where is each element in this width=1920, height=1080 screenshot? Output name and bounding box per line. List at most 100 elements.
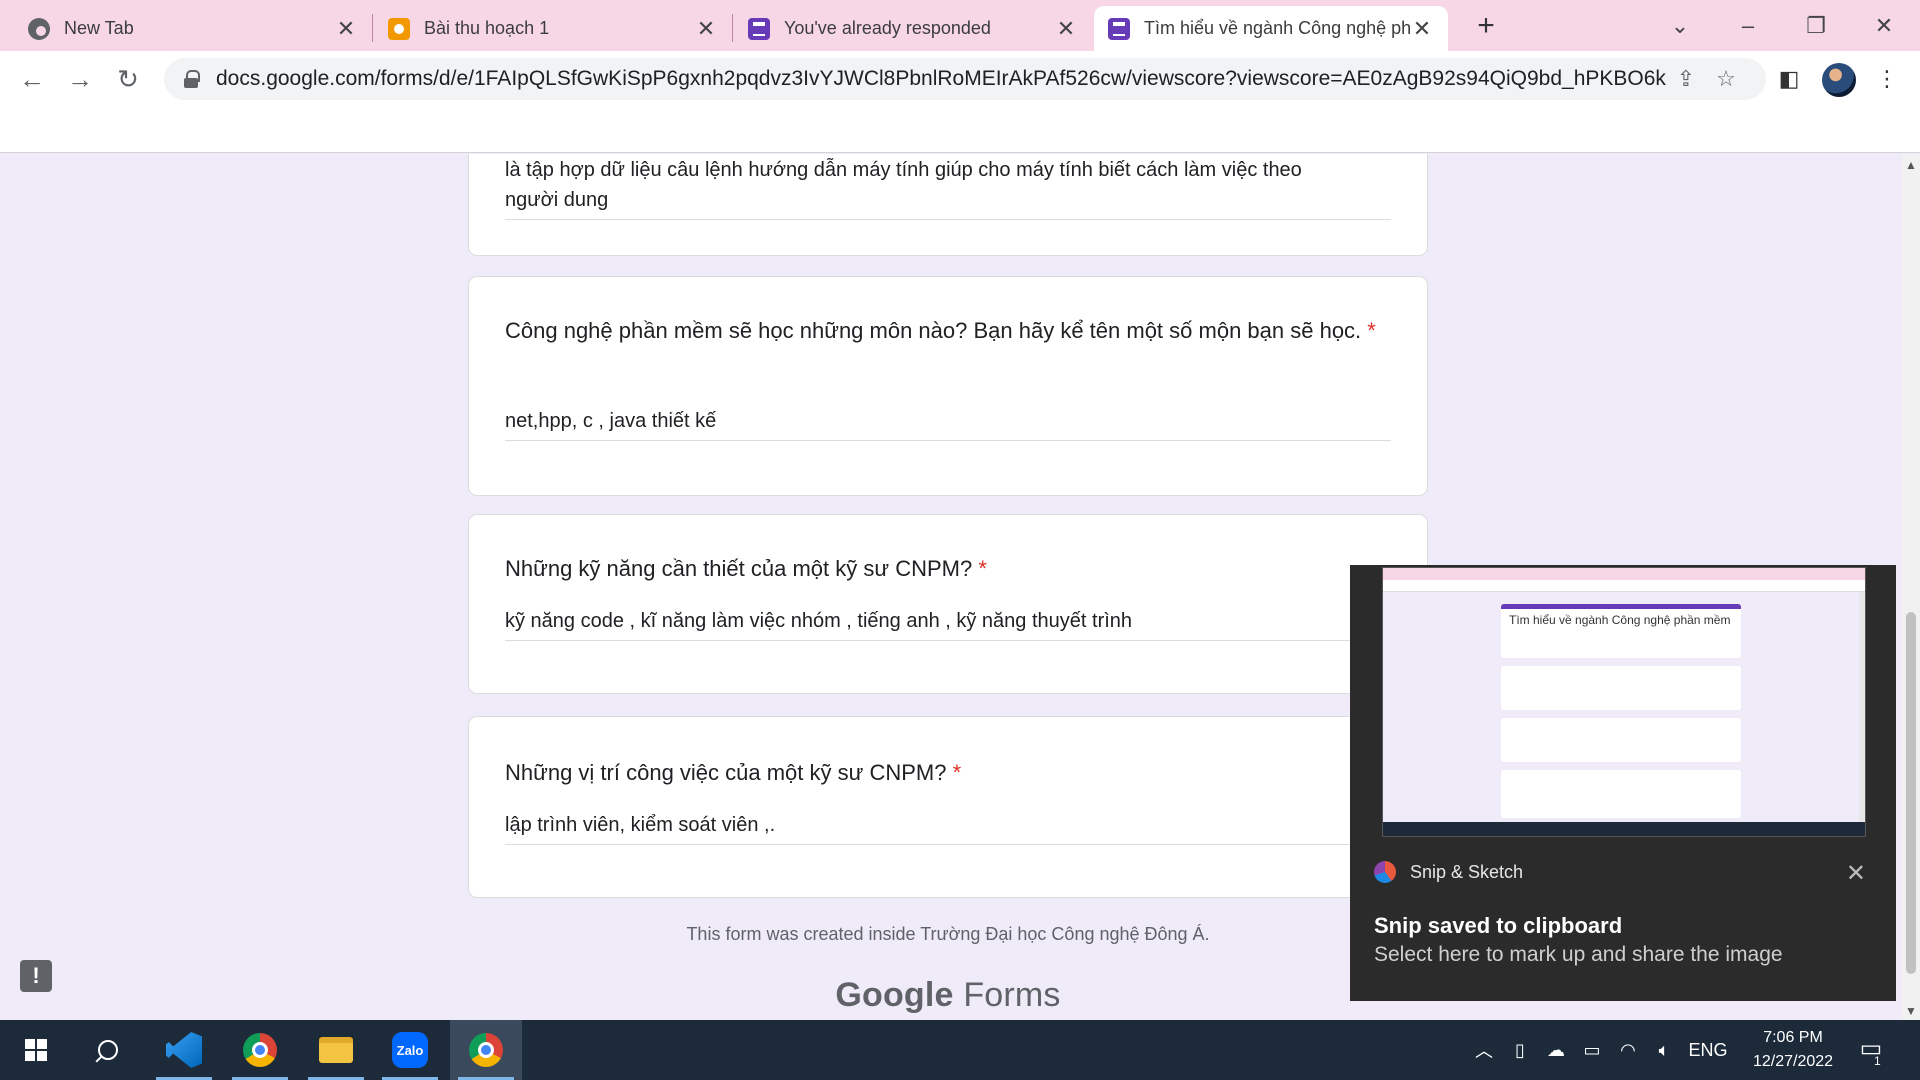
windows-logo-icon bbox=[25, 1039, 47, 1061]
taskbar-file-explorer[interactable] bbox=[300, 1020, 372, 1080]
close-icon[interactable]: ✕ bbox=[334, 16, 358, 42]
google-wordmark: Google bbox=[835, 976, 954, 1014]
address-bar[interactable]: docs.google.com/forms/d/e/1FAIpQLSfGwKiS… bbox=[164, 58, 1766, 100]
battery-icon[interactable]: ▭ bbox=[1574, 1040, 1610, 1061]
folder-icon bbox=[319, 1037, 353, 1063]
taskbar-chrome-active[interactable] bbox=[450, 1020, 522, 1080]
preview-title-card: Tìm hiểu về ngành Công nghệ phần mềm bbox=[1501, 604, 1741, 658]
tab-already-responded[interactable]: You've already responded ✕ bbox=[734, 6, 1092, 51]
preview-scrollbar bbox=[1859, 592, 1865, 824]
answer-line: người dung bbox=[505, 189, 609, 211]
forward-arrow-icon[interactable]: → bbox=[62, 61, 98, 97]
page-scrollbar[interactable]: ▲ ▼ bbox=[1902, 154, 1920, 1020]
close-icon[interactable]: ✕ bbox=[1410, 16, 1434, 42]
tab-search-chevron-icon[interactable]: ⌄ bbox=[1660, 8, 1700, 44]
question-title: Những vị trí công việc của một kỹ sư CNP… bbox=[505, 755, 1385, 791]
tab-bai-thu-hoach[interactable]: Bài thu hoạch 1 ✕ bbox=[374, 6, 732, 51]
question-title: Những kỹ năng cần thiết của một kỹ sư CN… bbox=[505, 551, 1385, 587]
new-tab-button[interactable]: + bbox=[1468, 8, 1504, 44]
bookmark-star-icon[interactable]: ☆ bbox=[1706, 66, 1746, 92]
tab-title: New Tab bbox=[64, 18, 134, 38]
show-hidden-icons-chevron-icon[interactable]: ︿ bbox=[1466, 1037, 1502, 1063]
notification-count-badge: 1 bbox=[1874, 1054, 1881, 1068]
tab-active-form[interactable]: Tìm hiểu về ngành Công nghệ phần mềm ✕ bbox=[1094, 6, 1448, 51]
reload-icon[interactable]: ↻ bbox=[110, 61, 146, 97]
back-arrow-icon[interactable]: ← bbox=[14, 61, 50, 97]
taskbar-chrome[interactable] bbox=[224, 1020, 296, 1080]
onedrive-cloud-icon[interactable]: ☁ bbox=[1538, 1040, 1574, 1061]
answer-text: là tập hợp dữ liệu câu lệnh hướng dẫn má… bbox=[505, 155, 1391, 220]
close-icon[interactable]: ✕ bbox=[1846, 859, 1866, 888]
preview-card bbox=[1501, 770, 1741, 818]
browser-toolbar: ← → ↻ docs.google.com/forms/d/e/1FAIpQLS… bbox=[0, 51, 1920, 106]
answer-text: kỹ năng code , kĩ năng làm việc nhóm , t… bbox=[505, 607, 1391, 641]
minimize-button[interactable]: – bbox=[1728, 8, 1768, 44]
tab-new-tab[interactable]: New Tab ✕ bbox=[14, 6, 372, 51]
snip-notification-toast[interactable]: Tìm hiểu về ngành Công nghệ phần mềm Sni… bbox=[1350, 565, 1896, 1001]
notification-center-icon[interactable]: ▭ bbox=[1856, 1034, 1886, 1064]
preview-tabstrip bbox=[1383, 568, 1865, 580]
volume-icon[interactable]: 🔈︎ bbox=[1646, 1040, 1682, 1061]
search-icon bbox=[98, 1040, 118, 1060]
system-tray: ︿ ▯ ☁ ▭ ◠ 🔈︎ ENG bbox=[1466, 1020, 1734, 1080]
clock-date: 12/27/2022 bbox=[1752, 1053, 1834, 1070]
question-card: Những vị trí công việc của một kỹ sư CNP… bbox=[468, 716, 1428, 898]
scroll-up-arrow-icon[interactable]: ▲ bbox=[1902, 158, 1920, 172]
start-button[interactable] bbox=[0, 1020, 72, 1080]
preview-card bbox=[1501, 666, 1741, 710]
preview-toolbar bbox=[1383, 580, 1865, 592]
tab-title: You've already responded bbox=[784, 18, 991, 38]
taskbar-zalo[interactable]: Zalo bbox=[374, 1020, 446, 1080]
taskbar-vscode[interactable] bbox=[148, 1020, 220, 1080]
close-icon[interactable]: ✕ bbox=[1054, 16, 1078, 42]
preview-card bbox=[1501, 718, 1741, 762]
vscode-icon bbox=[166, 1032, 202, 1068]
answer-text: lập trình viên, kiểm soát viên ,. bbox=[505, 811, 1391, 845]
answer-line: là tập hợp dữ liệu câu lệnh hướng dẫn má… bbox=[505, 159, 1302, 181]
tab-separator bbox=[372, 14, 373, 42]
close-window-button[interactable]: ✕ bbox=[1864, 8, 1904, 44]
tab-separator bbox=[732, 14, 733, 42]
form-footer-note: This form was created inside Trường Đại … bbox=[686, 924, 1210, 944]
answer-text: net,hpp, c , java thiết kế bbox=[505, 407, 1391, 441]
zalo-icon: Zalo bbox=[392, 1032, 428, 1068]
question-text: Những vị trí công việc của một kỹ sư CNP… bbox=[505, 760, 947, 785]
url-text[interactable]: docs.google.com/forms/d/e/1FAIpQLSfGwKiS… bbox=[216, 67, 1666, 91]
chrome-icon bbox=[469, 1033, 503, 1067]
lock-icon[interactable] bbox=[184, 70, 200, 88]
forms-icon bbox=[748, 17, 770, 40]
forms-wordmark: Forms bbox=[963, 976, 1061, 1014]
toast-body: Select here to mark up and share the ima… bbox=[1374, 943, 1783, 966]
google-forms-logo[interactable]: Google Forms bbox=[468, 976, 1428, 1015]
required-marker: * bbox=[1367, 318, 1376, 343]
share-icon[interactable]: ⇪ bbox=[1666, 66, 1706, 92]
snip-preview-image[interactable]: Tìm hiểu về ngành Công nghệ phần mềm bbox=[1382, 567, 1866, 837]
chrome-icon bbox=[243, 1033, 277, 1067]
scrollbar-thumb[interactable] bbox=[1906, 612, 1916, 974]
taskbar-clock[interactable]: 7:06 PM 12/27/2022 bbox=[1748, 1026, 1838, 1074]
preview-title: Tìm hiểu về ngành Công nghệ phần mềm bbox=[1509, 613, 1731, 627]
restore-button[interactable]: ❐ bbox=[1796, 8, 1836, 44]
menu-kebab-icon[interactable]: ⋮ bbox=[1870, 62, 1904, 96]
side-panel-icon[interactable]: ◧ bbox=[1772, 62, 1806, 96]
device-icon[interactable]: ▯ bbox=[1502, 1040, 1538, 1061]
required-marker: * bbox=[978, 556, 987, 581]
windows-taskbar: Zalo ︿ ▯ ☁ ▭ ◠ 🔈︎ ENG 7:06 PM 12/27/2022… bbox=[0, 1020, 1920, 1080]
question-text: Những kỹ năng cần thiết của một kỹ sư CN… bbox=[505, 556, 973, 581]
close-icon[interactable]: ✕ bbox=[694, 16, 718, 42]
scroll-down-arrow-icon[interactable]: ▼ bbox=[1902, 1004, 1920, 1018]
language-indicator[interactable]: ENG bbox=[1682, 1040, 1734, 1061]
tab-title: Tìm hiểu về ngành Công nghệ phần mềm bbox=[1144, 18, 1410, 38]
content-top-strip bbox=[0, 106, 1920, 153]
toast-app-name: Snip & Sketch bbox=[1410, 861, 1524, 882]
wifi-icon[interactable]: ◠ bbox=[1610, 1040, 1646, 1061]
profile-avatar[interactable] bbox=[1822, 63, 1856, 97]
report-feedback-icon[interactable]: ! bbox=[20, 960, 52, 992]
tab-title: Bài thu hoạch 1 bbox=[424, 18, 550, 38]
tab-strip: New Tab ✕ Bài thu hoạch 1 ✕ You've alrea… bbox=[0, 0, 1920, 51]
question-text: Công nghệ phần mềm sẽ học những môn nào?… bbox=[505, 318, 1362, 343]
required-marker: * bbox=[952, 760, 962, 785]
forms-icon bbox=[1108, 17, 1130, 40]
snip-sketch-icon bbox=[1374, 861, 1396, 883]
taskbar-search-button[interactable] bbox=[72, 1020, 144, 1080]
